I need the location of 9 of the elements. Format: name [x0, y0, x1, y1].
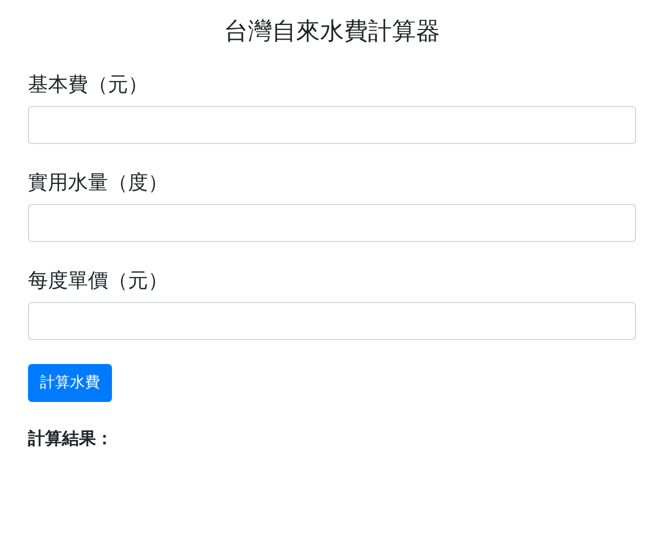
calculate-button[interactable]: 計算水費 [28, 364, 112, 402]
field-label: 實用水量（度） [28, 171, 168, 196]
input-field[interactable] [28, 302, 636, 340]
page-title: 台灣自來水費計算器 [223, 17, 441, 47]
input-field[interactable] [28, 204, 636, 242]
result-label: 計算結果： [28, 428, 113, 450]
field-label: 每度單價（元） [28, 269, 168, 294]
input-field[interactable] [28, 106, 636, 144]
field-label: 基本費（元） [28, 73, 148, 98]
